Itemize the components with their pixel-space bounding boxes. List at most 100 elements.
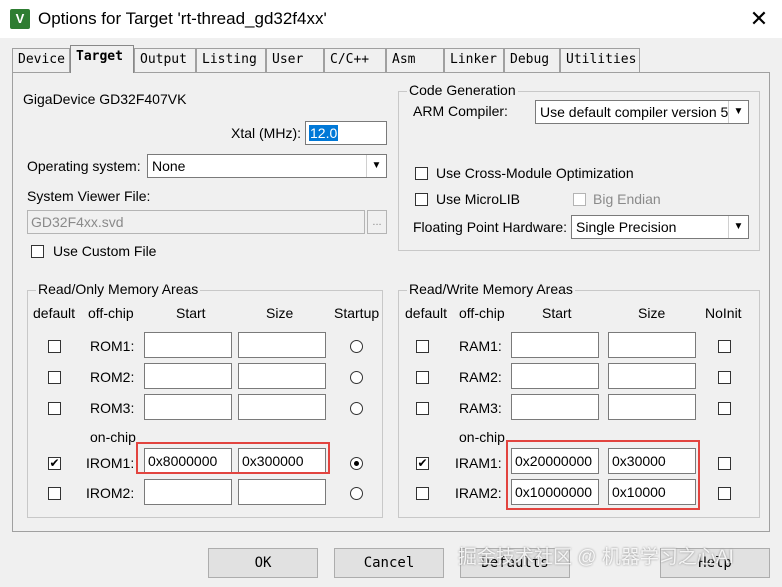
irom1-label: IROM1:	[86, 455, 135, 471]
os-value: None	[152, 158, 186, 174]
tab-device[interactable]: Device	[12, 48, 70, 72]
xtal-label: Xtal (MHz):	[231, 125, 301, 141]
svd-file-input: GD32F4xx.svd	[27, 210, 365, 234]
chevron-down-icon[interactable]: ▼	[366, 155, 386, 177]
rom2-size-input[interactable]	[238, 363, 326, 389]
ram1-default-checkbox[interactable]	[416, 340, 429, 353]
close-icon[interactable]: ✕	[742, 4, 776, 34]
ram-header-start: Start	[542, 305, 572, 321]
microlib-label: Use MicroLIB	[436, 191, 521, 207]
ram1-noinit-checkbox[interactable]	[718, 340, 731, 353]
fpu-value: Single Precision	[576, 219, 677, 235]
rom-areas-group: Read/Only Memory Areas default off-chip …	[27, 281, 383, 518]
ram-areas-title: Read/Write Memory Areas	[407, 281, 575, 297]
window-title: Options for Target 'rt-thread_gd32f4xx'	[38, 9, 327, 28]
watermark: 掘金技术社区 @ 机器学习之心AI	[458, 547, 734, 568]
ram2-start-input[interactable]	[511, 363, 599, 389]
ram1-size-input[interactable]	[608, 332, 696, 358]
ram-header-noinit: NoInit	[705, 305, 742, 321]
iram2-noinit-checkbox[interactable]	[718, 487, 731, 500]
fpu-select[interactable]: Single Precision ▼	[571, 215, 749, 239]
iram2-label: IRAM2:	[455, 485, 502, 501]
use-custom-file-checkbox[interactable]	[31, 245, 44, 258]
rom-areas-title: Read/Only Memory Areas	[36, 281, 201, 297]
rom3-default-checkbox[interactable]	[48, 402, 61, 415]
iram-highlight-box	[506, 440, 700, 510]
rom1-startup-radio[interactable]	[350, 340, 363, 353]
svd-label: System Viewer File:	[27, 188, 151, 204]
ram2-default-checkbox[interactable]	[416, 371, 429, 384]
tab-cpp[interactable]: C/C++	[324, 48, 386, 72]
ram3-start-input[interactable]	[511, 394, 599, 420]
ok-button[interactable]: OK	[208, 548, 318, 578]
ram2-size-input[interactable]	[608, 363, 696, 389]
arm-compiler-select[interactable]: Use default compiler version 5 ▼	[535, 100, 749, 124]
tab-asm[interactable]: Asm	[386, 48, 444, 72]
ram1-label: RAM1:	[459, 338, 502, 354]
xtal-value: 12.0	[309, 125, 339, 141]
rom3-size-input[interactable]	[238, 394, 326, 420]
ram2-label: RAM2:	[459, 369, 502, 385]
rom2-default-checkbox[interactable]	[48, 371, 61, 384]
cross-module-label: Use Cross-Module Optimization	[436, 165, 634, 181]
device-name: GigaDevice GD32F407VK	[23, 91, 187, 107]
rom1-default-checkbox[interactable]	[48, 340, 61, 353]
chevron-down-icon[interactable]: ▼	[728, 216, 748, 238]
irom2-default-checkbox[interactable]	[48, 487, 61, 500]
rom1-size-input[interactable]	[238, 332, 326, 358]
big-endian-label: Big Endian	[593, 191, 661, 207]
rom-header-start: Start	[176, 305, 206, 321]
rom2-start-input[interactable]	[144, 363, 232, 389]
iram2-default-checkbox[interactable]	[416, 487, 429, 500]
rom-onchip-label: on-chip	[90, 429, 136, 445]
rom2-label: ROM2:	[90, 369, 135, 385]
irom2-size-input[interactable]	[238, 479, 326, 505]
big-endian-checkbox	[573, 193, 586, 206]
os-label: Operating system:	[27, 158, 141, 174]
use-custom-file-label: Use Custom File	[53, 243, 157, 259]
keil-app-icon: V	[10, 9, 30, 29]
tab-utilities[interactable]: Utilities	[560, 48, 640, 72]
ram-header-default: default	[405, 305, 448, 321]
ram2-noinit-checkbox[interactable]	[718, 371, 731, 384]
xtal-input[interactable]: 12.0	[305, 121, 387, 145]
chevron-down-icon[interactable]: ▼	[728, 101, 748, 123]
tab-target[interactable]: Target	[70, 45, 134, 73]
cancel-button[interactable]: Cancel	[334, 548, 444, 578]
tab-user[interactable]: User	[266, 48, 324, 72]
rom2-startup-radio[interactable]	[350, 371, 363, 384]
ram3-default-checkbox[interactable]	[416, 402, 429, 415]
rom-header-size: Size	[266, 305, 294, 321]
microlib-checkbox[interactable]	[415, 193, 428, 206]
arm-compiler-value: Use default compiler version 5	[540, 104, 729, 120]
iram1-label: IRAM1:	[455, 455, 502, 471]
ram3-size-input[interactable]	[608, 394, 696, 420]
tab-output[interactable]: Output	[134, 48, 196, 72]
rom3-start-input[interactable]	[144, 394, 232, 420]
iram1-default-checkbox[interactable]: ✔	[416, 457, 429, 470]
irom2-startup-radio[interactable]	[350, 487, 363, 500]
tab-listing[interactable]: Listing	[196, 48, 266, 72]
irom2-label: IROM2:	[86, 485, 135, 501]
rom3-startup-radio[interactable]	[350, 402, 363, 415]
ram3-noinit-checkbox[interactable]	[718, 402, 731, 415]
tab-linker[interactable]: Linker	[444, 48, 504, 72]
irom1-highlight-box	[136, 442, 330, 474]
title-bar: V Options for Target 'rt-thread_gd32f4xx…	[0, 0, 782, 38]
ram-onchip-label: on-chip	[459, 429, 505, 445]
tab-debug[interactable]: Debug	[504, 48, 560, 72]
ram-header-offchip: off-chip	[459, 305, 505, 321]
ram1-start-input[interactable]	[511, 332, 599, 358]
svd-browse-button: ...	[367, 210, 387, 234]
rom1-start-input[interactable]	[144, 332, 232, 358]
cross-module-checkbox[interactable]	[415, 167, 428, 180]
irom2-start-input[interactable]	[144, 479, 232, 505]
rom-header-offchip: off-chip	[88, 305, 134, 321]
ram3-label: RAM3:	[459, 400, 502, 416]
rom-header-startup: Startup	[334, 305, 380, 321]
os-select[interactable]: None ▼	[147, 154, 387, 178]
iram1-noinit-checkbox[interactable]	[718, 457, 731, 470]
irom1-default-checkbox[interactable]: ✔	[48, 457, 61, 470]
rom3-label: ROM3:	[90, 400, 135, 416]
irom1-startup-radio[interactable]	[350, 457, 363, 470]
